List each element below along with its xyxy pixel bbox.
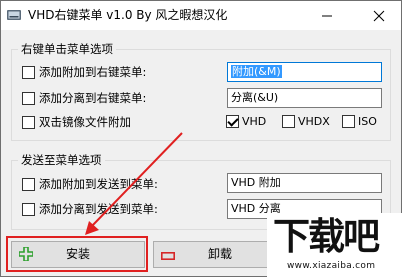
watermark-url: www.xiazaiba.com: [287, 261, 376, 271]
watermark: 下载吧 www.xiazaiba.com: [267, 213, 402, 277]
watermark-logo: 下载吧: [273, 215, 380, 258]
app-window: VHD右键菜单 v1.0 By 风之暇想汉化 右键单击菜单选项 添加附加到右键菜…: [0, 0, 402, 277]
